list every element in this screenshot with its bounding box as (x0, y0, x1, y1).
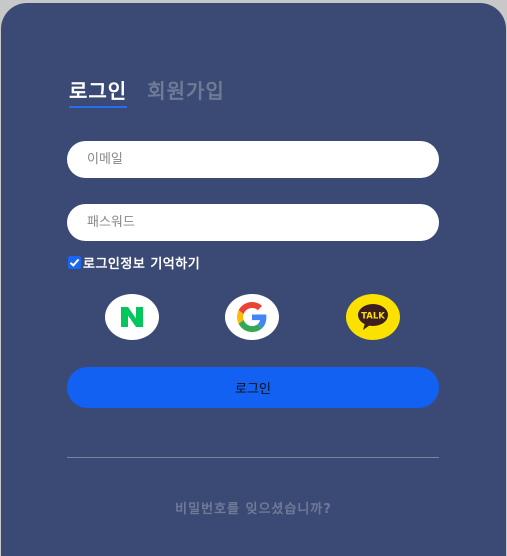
email-field[interactable] (67, 141, 439, 178)
kakao-talk-icon: TALK (358, 304, 388, 330)
remember-login-row[interactable]: 로그인정보 기억하기 (68, 253, 200, 272)
check-icon (69, 258, 80, 267)
tab-signup[interactable]: 회원가입 (147, 75, 225, 104)
google-login-button[interactable] (225, 294, 279, 340)
kakao-login-button[interactable]: TALK (346, 294, 400, 340)
naver-n-icon (121, 307, 143, 327)
kakao-talk-label: TALK (361, 312, 385, 322)
remember-checkbox[interactable] (68, 256, 81, 269)
login-card: 로그인 회원가입 (1, 3, 506, 556)
remember-label: 로그인정보 기억하기 (83, 257, 201, 272)
google-g-icon (237, 302, 267, 332)
auth-tabs: 로그인 회원가입 (69, 75, 225, 108)
naver-login-button[interactable] (105, 294, 159, 340)
forgot-password-link[interactable]: 비밀번호를 잊으셨습니까? (0, 498, 507, 517)
divider (67, 457, 439, 458)
tab-login[interactable]: 로그인 (69, 75, 128, 108)
login-button[interactable]: 로그인 (67, 367, 439, 408)
password-field[interactable] (67, 204, 439, 241)
